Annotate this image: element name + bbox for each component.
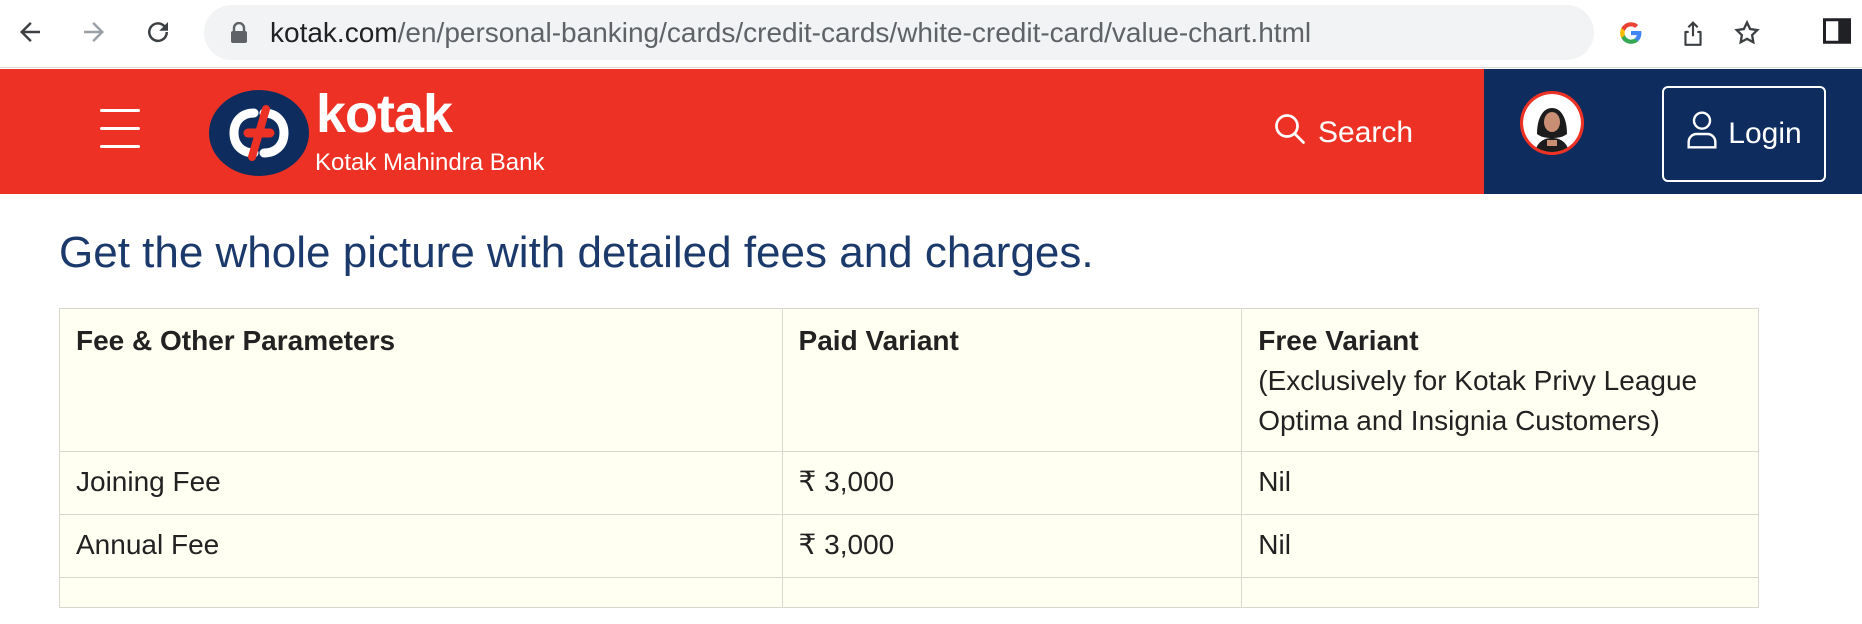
table-cell	[781, 577, 1243, 608]
table-header-row: Fee & Other Parameters Paid Variant Free…	[59, 308, 1759, 452]
user-panel: Login	[1484, 69, 1862, 194]
column-header-note: (Exclusively for Kotak Privy League Opti…	[1258, 365, 1698, 436]
search-icon	[1272, 111, 1308, 155]
column-header: Fee & Other Parameters	[59, 308, 783, 452]
table-cell: ₹ 3,000	[781, 514, 1243, 578]
logo-subtitle: Kotak Mahindra Bank	[315, 149, 545, 176]
menu-icon[interactable]	[100, 107, 140, 149]
page-heading: Get the whole picture with detailed fees…	[59, 228, 1094, 277]
table-cell	[1241, 577, 1759, 608]
table-cell: Nil	[1241, 451, 1759, 515]
search-button[interactable]: Search	[1272, 113, 1413, 153]
assistant-avatar[interactable]	[1520, 91, 1584, 155]
kotak-logo[interactable]: kotak Kotak Mahindra Bank	[208, 84, 568, 179]
star-icon[interactable]	[1732, 18, 1762, 48]
table-row	[59, 577, 1759, 608]
table-row: Annual Fee ₹ 3,000 Nil	[59, 514, 1759, 578]
lock-icon[interactable]	[230, 21, 248, 49]
kotak-logo-mark	[208, 89, 310, 177]
forward-icon[interactable]	[74, 12, 114, 52]
fees-table: Fee & Other Parameters Paid Variant Free…	[59, 308, 1759, 608]
url-text[interactable]: kotak.com/en/personal-banking/cards/cred…	[270, 16, 1311, 50]
login-label: Login	[1728, 117, 1802, 150]
sidebar-icon[interactable]	[1822, 16, 1852, 51]
table-cell: Annual Fee	[59, 514, 783, 578]
main-content: Get the whole picture with detailed fees…	[0, 194, 1862, 624]
login-button[interactable]: Login	[1662, 86, 1826, 182]
table-cell: ₹ 3,000	[781, 451, 1243, 515]
column-header: Free Variant (Exclusively for Kotak Priv…	[1241, 308, 1759, 452]
address-bar[interactable]: kotak.com/en/personal-banking/cards/cred…	[204, 5, 1760, 60]
browser-toolbar: kotak.com/en/personal-banking/cards/cred…	[0, 0, 1862, 68]
user-icon	[1686, 110, 1718, 158]
table-cell: Nil	[1241, 514, 1759, 578]
table-cell	[59, 577, 783, 608]
table-row: Joining Fee ₹ 3,000 Nil	[59, 451, 1759, 515]
search-label: Search	[1318, 116, 1414, 149]
reload-icon[interactable]	[138, 12, 178, 52]
table-cell: Joining Fee	[59, 451, 783, 515]
site-header: kotak Kotak Mahindra Bank Search Login	[0, 69, 1862, 194]
share-icon[interactable]	[1678, 18, 1708, 48]
google-icon[interactable]	[1616, 18, 1646, 48]
logo-wordmark: kotak	[316, 84, 453, 144]
column-header: Paid Variant	[781, 308, 1243, 452]
back-icon[interactable]	[10, 12, 50, 52]
